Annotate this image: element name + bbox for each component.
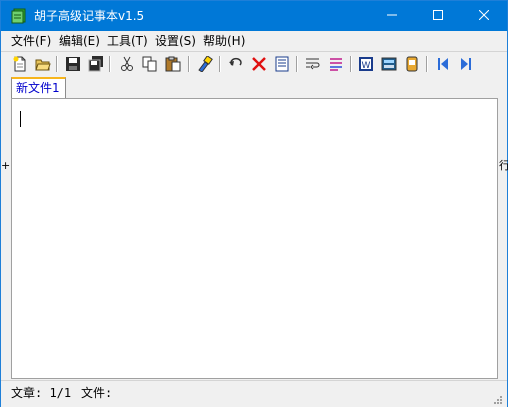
left-edge-mark: +: [1, 159, 11, 172]
save-all-icon[interactable]: [87, 55, 105, 73]
status-bar: 文章: 1/1 文件:: [1, 380, 507, 407]
toolbar-separator: [296, 56, 298, 72]
maximize-button[interactable]: [415, 1, 461, 31]
menu-settings[interactable]: 设置(S): [155, 33, 196, 49]
right-edge-label: 行: [499, 159, 508, 172]
toolbar: W: [1, 52, 507, 76]
toolbar-separator: [426, 56, 428, 72]
menu-bar: 文件(F) 编辑(E) 工具(T) 设置(S) 帮助(H): [1, 31, 507, 52]
new-file-icon[interactable]: [11, 55, 29, 73]
menu-tools[interactable]: 工具(T): [107, 33, 148, 49]
calculator-icon[interactable]: [380, 55, 398, 73]
menu-edit[interactable]: 编辑(E): [59, 33, 100, 49]
save-icon[interactable]: [64, 55, 82, 73]
copy-icon[interactable]: [141, 55, 159, 73]
close-icon: [478, 9, 490, 23]
maximize-icon: [433, 9, 443, 23]
minimize-icon: [387, 9, 397, 23]
cut-icon[interactable]: [118, 55, 136, 73]
toolbar-separator: [350, 56, 352, 72]
tab-strip: 新文件1: [9, 76, 500, 98]
notes-icon[interactable]: [403, 55, 421, 73]
status-article: 文章: 1/1: [11, 386, 72, 400]
title-bar[interactable]: 胡子高级记事本v1.5: [1, 1, 507, 31]
undo-icon[interactable]: [227, 55, 245, 73]
tab-new-file-1[interactable]: 新文件1: [11, 77, 66, 98]
toolbar-separator: [56, 56, 58, 72]
word-doc-icon[interactable]: W: [357, 55, 375, 73]
svg-text:W: W: [362, 61, 371, 71]
close-button[interactable]: [461, 1, 507, 31]
status-file: 文件:: [81, 386, 113, 400]
first-icon[interactable]: [434, 55, 452, 73]
menu-file[interactable]: 文件(F): [11, 33, 51, 49]
document-icon[interactable]: [273, 55, 291, 73]
delete-icon[interactable]: [250, 55, 268, 73]
window-title: 胡子高级记事本v1.5: [34, 9, 145, 23]
toolbar-separator: [109, 56, 111, 72]
toolbar-separator: [188, 56, 190, 72]
last-icon[interactable]: [457, 55, 475, 73]
text-editor[interactable]: [11, 98, 498, 379]
paste-icon[interactable]: [164, 55, 182, 73]
format-brush-icon[interactable]: [196, 55, 214, 73]
menu-help[interactable]: 帮助(H): [203, 33, 245, 49]
resize-grip-icon[interactable]: [493, 394, 503, 404]
word-wrap-icon[interactable]: [304, 55, 322, 73]
line-list-icon[interactable]: [327, 55, 345, 73]
app-window: 胡子高级记事本v1.5 文件(F) 编辑(E) 工具(T) 设置(S) 帮助(H…: [0, 0, 508, 407]
text-caret: [20, 111, 21, 127]
app-notebook-icon: [11, 8, 27, 24]
open-folder-icon[interactable]: [34, 55, 52, 73]
minimize-button[interactable]: [369, 1, 415, 31]
toolbar-separator: [219, 56, 221, 72]
